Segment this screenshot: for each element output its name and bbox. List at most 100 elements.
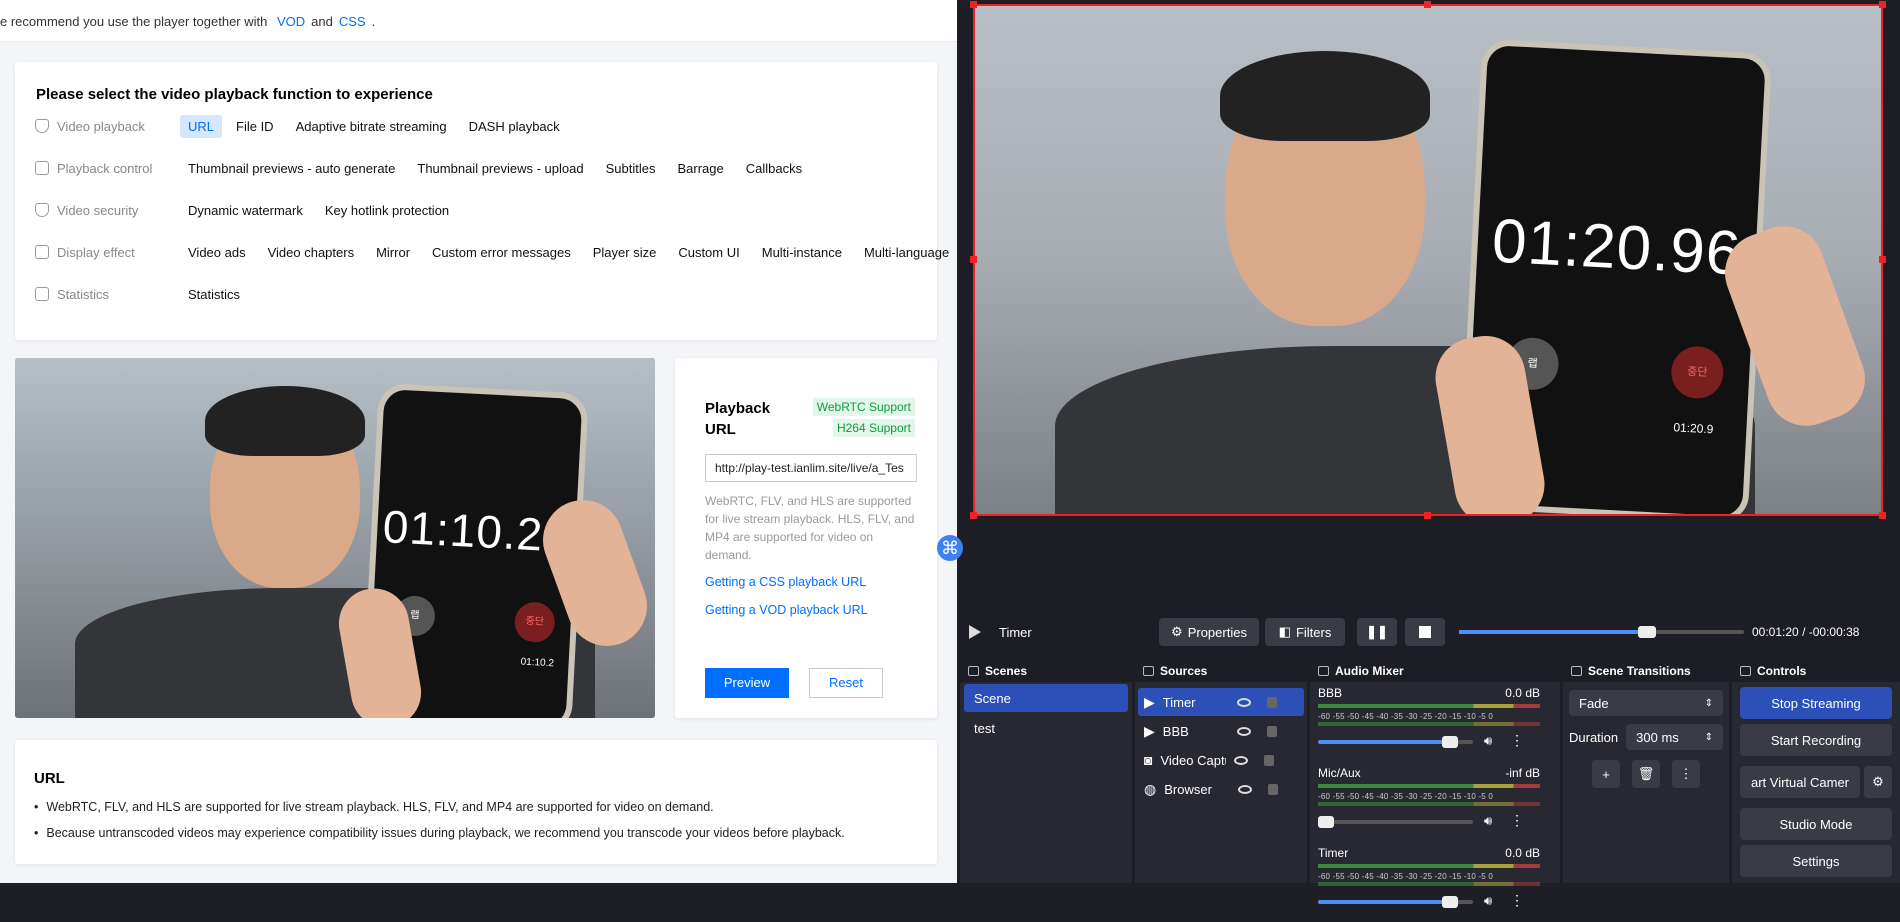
- transition-menu-button[interactable]: ⋮: [1672, 760, 1700, 788]
- speaker-icon[interactable]: 🔊︎: [1484, 733, 1492, 749]
- resize-handle[interactable]: [1879, 256, 1886, 263]
- add-transition-button[interactable]: +: [1592, 760, 1620, 788]
- filter-icon: ◧: [1278, 624, 1291, 639]
- function-option[interactable]: Dynamic watermark: [180, 199, 311, 222]
- function-option[interactable]: Video chapters: [260, 241, 363, 264]
- playback-control-icon: [35, 161, 49, 175]
- volume-knob[interactable]: [1317, 816, 1334, 828]
- video-player[interactable]: 01:10.28 랩 중단 랩 1 01:10.2: [15, 358, 655, 718]
- obs-preview[interactable]: 01:20.96 랩 중단 랩 1 01:20.9: [973, 4, 1883, 516]
- source-item[interactable]: ▶ BBB: [1138, 717, 1304, 745]
- function-option[interactable]: Barrage: [669, 157, 731, 180]
- virtual-camera-settings-button[interactable]: ⚙: [1864, 766, 1892, 798]
- lock-icon[interactable]: [1266, 725, 1277, 737]
- resize-handle[interactable]: [970, 1, 977, 8]
- vod-playback-url-link[interactable]: Getting a VOD playback URL: [705, 603, 868, 617]
- volume-knob[interactable]: [1441, 896, 1458, 908]
- duration-spinbox[interactable]: 300 ms ⇕: [1626, 724, 1723, 750]
- function-option[interactable]: Thumbnail previews - upload: [409, 157, 591, 180]
- transition-select[interactable]: Fade ⇕: [1569, 690, 1723, 716]
- resize-handle[interactable]: [970, 512, 977, 519]
- source-name: BBB: [1162, 723, 1189, 739]
- channel-name: Timer: [1318, 846, 1349, 860]
- small-time-video: 01:10.2: [520, 656, 555, 670]
- resize-handle[interactable]: [1879, 512, 1886, 519]
- function-option[interactable]: Statistics: [180, 283, 248, 306]
- more-vertical-icon[interactable]: ⋮: [1510, 732, 1524, 749]
- source-item[interactable]: ◙ Video Capture Device: [1138, 746, 1304, 774]
- top-note-text: e recommend you use the player together …: [0, 14, 268, 29]
- url-info-bullet: Because untranscoded videos may experien…: [34, 826, 844, 840]
- camera-icon: ◙: [1144, 752, 1153, 768]
- function-option[interactable]: Key hotlink protection: [317, 199, 457, 222]
- function-option[interactable]: File ID: [228, 115, 282, 138]
- function-option[interactable]: Callbacks: [738, 157, 810, 180]
- pause-button[interactable]: ❚❚: [1357, 618, 1397, 646]
- source-item[interactable]: ▶ Timer: [1138, 688, 1304, 716]
- visibility-eye-icon[interactable]: [1236, 726, 1251, 736]
- meter-scale: -60 -55 -50 -45 -40 -35 -30 -25 -20 -15 …: [1318, 712, 1494, 721]
- function-option[interactable]: DASH playback: [461, 115, 568, 138]
- volume-slider[interactable]: [1318, 736, 1473, 748]
- controls-dock: Controls Stop Streaming Start Recording …: [1732, 660, 1900, 883]
- resize-handle[interactable]: [1424, 1, 1431, 8]
- visibility-eye-icon[interactable]: [1238, 784, 1253, 794]
- preview-button[interactable]: Preview: [705, 668, 789, 698]
- more-vertical-icon[interactable]: ⋮: [1510, 892, 1524, 909]
- playback-url-input[interactable]: http://play-test.ianlim.site/live/a_Tes: [705, 454, 917, 482]
- vod-link[interactable]: VOD: [277, 14, 305, 29]
- reset-button[interactable]: Reset: [809, 668, 883, 698]
- volume-slider[interactable]: [1318, 896, 1473, 908]
- studio-mode-button[interactable]: Studio Mode: [1740, 808, 1892, 840]
- filters-button[interactable]: ◧ Filters: [1265, 618, 1345, 646]
- start-virtual-camera-button[interactable]: art Virtual Camer: [1740, 766, 1860, 798]
- scene-item[interactable]: test: [964, 714, 1128, 742]
- css-link[interactable]: CSS: [339, 14, 366, 29]
- properties-button[interactable]: ⚙ Properties: [1159, 618, 1259, 646]
- lock-icon[interactable]: [1266, 696, 1277, 708]
- function-option[interactable]: Adaptive bitrate streaming: [288, 115, 455, 138]
- channel-name: BBB: [1318, 686, 1343, 700]
- lock-icon[interactable]: [1264, 754, 1275, 766]
- visibility-eye-icon[interactable]: [1236, 697, 1251, 707]
- resize-handle[interactable]: [1424, 512, 1431, 519]
- media-time: 00:01:20 / -00:00:38: [1752, 625, 1860, 639]
- function-row: Playback control Thumbnail previews - aut…: [35, 156, 810, 180]
- visibility-eye-icon[interactable]: [1234, 755, 1249, 765]
- function-option[interactable]: Thumbnail previews - auto generate: [180, 157, 403, 180]
- media-progress-knob[interactable]: [1638, 626, 1657, 638]
- url-info-title: URL: [34, 770, 65, 787]
- function-option[interactable]: Multi-language: [856, 241, 957, 264]
- css-playback-url-link[interactable]: Getting a CSS playback URL: [705, 575, 866, 589]
- more-vertical-icon[interactable]: ⋮: [1510, 812, 1524, 829]
- function-option[interactable]: URL: [180, 114, 223, 138]
- start-recording-button[interactable]: Start Recording: [1740, 724, 1892, 756]
- function-option[interactable]: Multi-instance: [754, 241, 850, 264]
- volume-slider[interactable]: [1317, 816, 1473, 828]
- media-progress-slider[interactable]: [1459, 626, 1744, 638]
- shield-check-icon: [35, 203, 49, 217]
- resize-handle[interactable]: [1879, 1, 1886, 8]
- stop-button-preview: 중단: [1670, 345, 1725, 400]
- function-option[interactable]: Custom UI: [670, 241, 747, 264]
- function-option[interactable]: Custom error messages: [424, 241, 579, 264]
- function-option[interactable]: Player size: [585, 241, 665, 264]
- speaker-icon[interactable]: 🔊︎: [1484, 893, 1492, 909]
- scene-item[interactable]: Scene: [964, 684, 1128, 712]
- function-row: Display effect Video ads Video chapters Mir…: [35, 240, 957, 264]
- play-icon[interactable]: [969, 625, 981, 639]
- volume-knob[interactable]: [1441, 736, 1458, 748]
- settings-button[interactable]: Settings: [1740, 845, 1892, 877]
- source-item[interactable]: ◍ Browser: [1138, 775, 1304, 803]
- lock-icon[interactable]: [1268, 783, 1279, 795]
- speaker-icon[interactable]: 🔊︎: [1484, 813, 1492, 829]
- function-option[interactable]: Mirror: [368, 241, 418, 264]
- stop-media-button[interactable]: [1405, 618, 1445, 646]
- function-option[interactable]: Subtitles: [598, 157, 664, 180]
- channel-level: -inf dB: [1505, 766, 1540, 780]
- command-icon[interactable]: ⌘: [937, 535, 963, 561]
- stop-streaming-button[interactable]: Stop Streaming: [1740, 687, 1892, 719]
- function-option[interactable]: Video ads: [180, 241, 254, 264]
- resize-handle[interactable]: [970, 256, 977, 263]
- remove-transition-button[interactable]: 🗑: [1632, 760, 1660, 788]
